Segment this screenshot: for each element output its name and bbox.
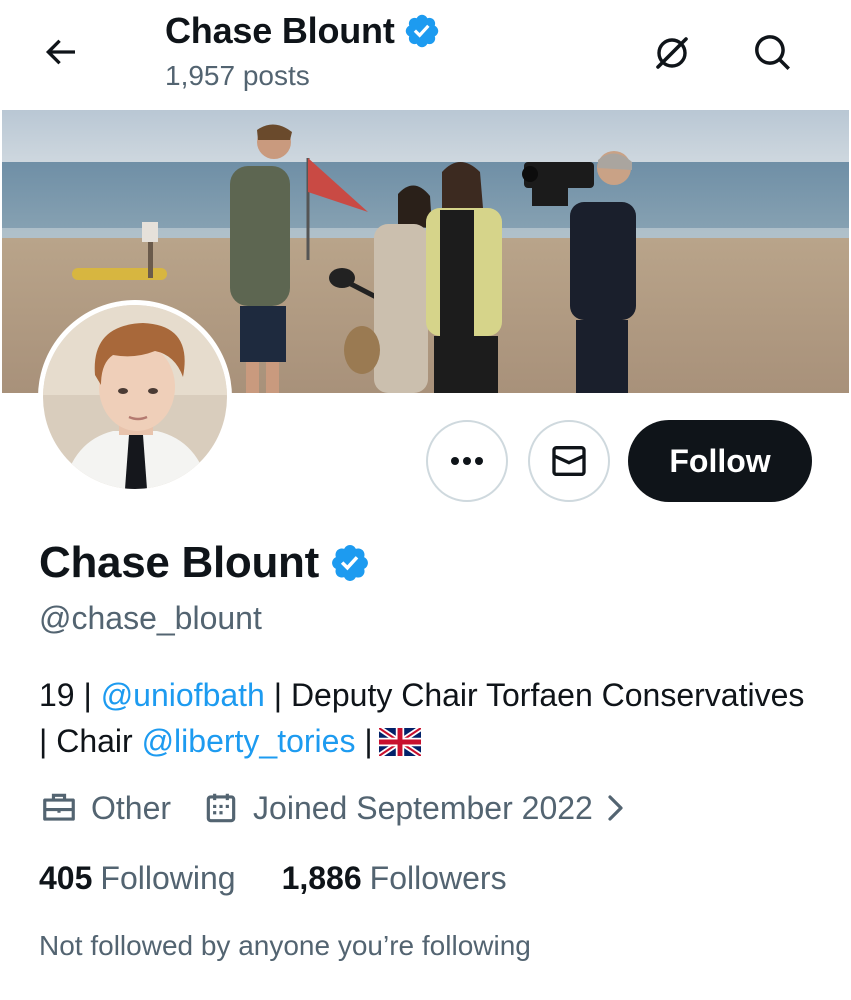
grok-icon [656, 37, 688, 69]
header-name: Chase Blount [165, 10, 395, 51]
joined-label: Joined September 2022 [253, 789, 593, 826]
bio-link-uniofbath[interactable]: @uniofbath [101, 677, 265, 713]
top-bar: Chase Blount 1,957 posts [0, 0, 851, 110]
bio-link-liberty-tories[interactable]: @liberty_tories [142, 723, 356, 759]
following-label: Following [100, 860, 236, 896]
calendar-icon [201, 788, 241, 828]
bio-text: | [355, 723, 373, 759]
profile-bio: 19 | @uniofbath | Deputy Chair Torfaen C… [39, 672, 819, 764]
follow-button[interactable]: Follow [628, 420, 812, 502]
profile-name: Chase Blount [39, 538, 319, 587]
uk-flag-icon [378, 728, 421, 756]
bio-text: 19 | [39, 677, 101, 713]
verified-badge-icon [405, 14, 438, 48]
profile-handle: @chase_blount [39, 600, 262, 636]
profile-stats: 405 Following 1,886 Followers [39, 860, 507, 897]
following-link[interactable]: 405 Following [39, 860, 236, 897]
briefcase-icon [39, 788, 79, 828]
followers-count: 1,886 [281, 860, 362, 896]
avatar-image [43, 305, 227, 489]
profile-meta-row: Other Joined September 2022 [39, 788, 627, 828]
envelope-icon [552, 446, 586, 476]
following-count: 405 [39, 860, 93, 896]
followed-by-text: Not followed by anyone you’re following [39, 930, 531, 961]
followers-link[interactable]: 1,886 Followers [282, 860, 507, 897]
message-button[interactable] [528, 420, 610, 502]
back-button[interactable] [38, 30, 82, 74]
chevron-right-icon[interactable] [605, 793, 627, 823]
header-post-count: 1,957 posts [165, 60, 310, 91]
search-button[interactable] [748, 28, 798, 78]
more-button[interactable] [426, 420, 508, 502]
verified-badge-icon[interactable] [329, 542, 371, 584]
more-icon [451, 457, 483, 465]
profile-joined[interactable]: Joined September 2022 [201, 788, 627, 828]
header-name-row: Chase Blount [165, 10, 441, 52]
profile-name-row: Chase Blount [39, 538, 371, 588]
search-icon [755, 35, 790, 70]
profile-avatar[interactable] [38, 300, 232, 494]
followers-label: Followers [369, 860, 507, 896]
arrow-left-icon [45, 39, 75, 65]
category-label: Other [91, 789, 172, 826]
grok-button[interactable] [647, 28, 697, 78]
profile-category: Other [39, 788, 171, 828]
